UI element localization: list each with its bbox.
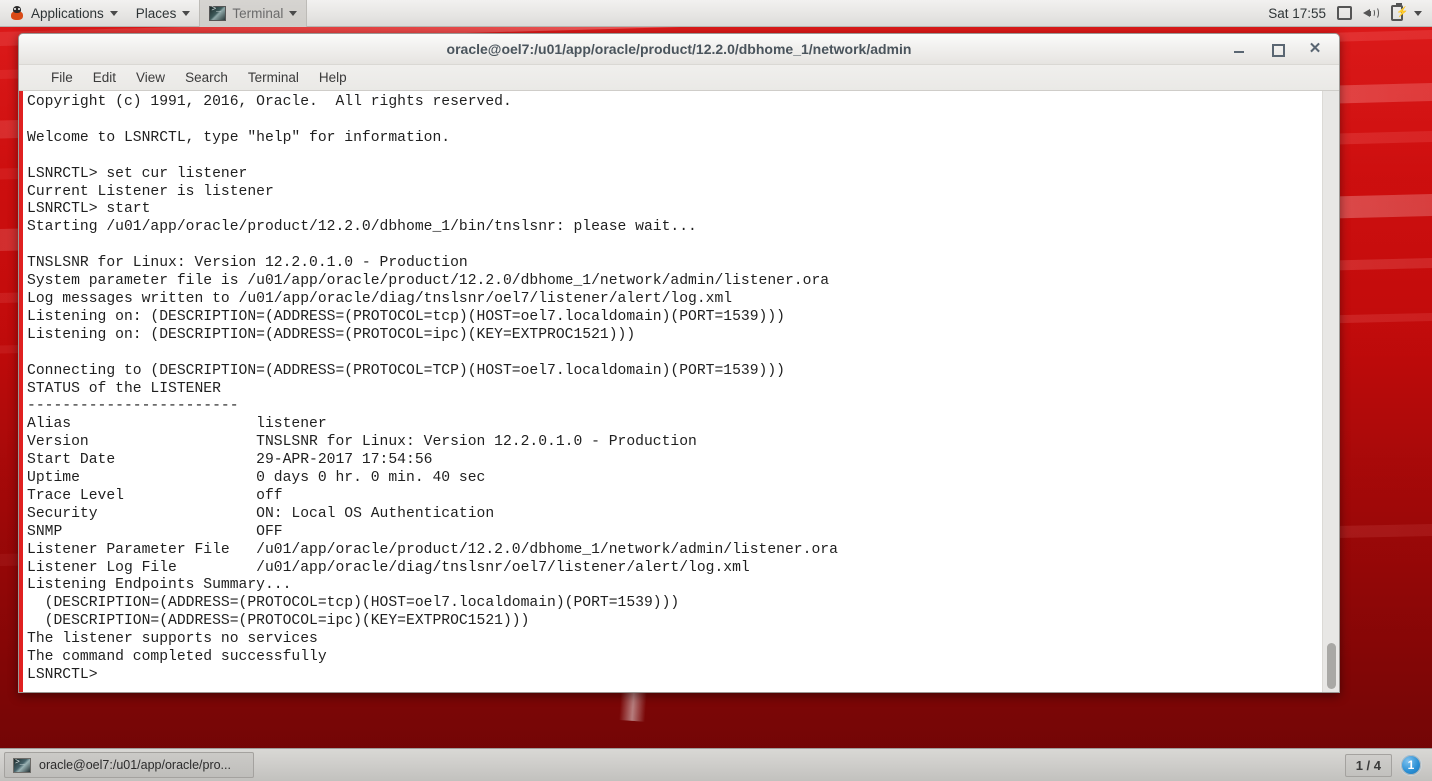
chevron-down-icon bbox=[289, 10, 298, 16]
chevron-down-icon[interactable] bbox=[1414, 10, 1422, 16]
applications-label: Applications bbox=[31, 5, 104, 21]
taskbar-status-area: 1 / 4 1 bbox=[1344, 753, 1428, 777]
notification-badge[interactable]: 1 bbox=[1400, 754, 1422, 776]
window-title: oracle@oel7:/u01/app/oracle/product/12.2… bbox=[446, 41, 912, 57]
menu-edit[interactable]: Edit bbox=[83, 67, 126, 88]
workspace-switcher[interactable]: 1 / 4 bbox=[1344, 753, 1392, 777]
menubar: File Edit View Search Terminal Help bbox=[19, 65, 1339, 91]
top-panel: Applications Places Terminal Sat 17:55 ⚡ bbox=[0, 0, 1432, 27]
menu-search[interactable]: Search bbox=[175, 67, 238, 88]
menu-help[interactable]: Help bbox=[309, 67, 357, 88]
places-label: Places bbox=[135, 5, 177, 21]
scrollbar-thumb[interactable] bbox=[1327, 643, 1336, 689]
taskbar-window-label: oracle@oel7:/u01/app/oracle/pro... bbox=[39, 758, 231, 772]
chevron-down-icon bbox=[109, 10, 118, 16]
distro-icon bbox=[9, 5, 25, 21]
menu-view[interactable]: View bbox=[126, 67, 175, 88]
chevron-down-icon bbox=[182, 10, 191, 16]
terminal-output[interactable]: Copyright (c) 1991, 2016, Oracle. All ri… bbox=[23, 91, 1322, 692]
terminal-body: Copyright (c) 1991, 2016, Oracle. All ri… bbox=[19, 91, 1339, 692]
maximize-button[interactable] bbox=[1269, 41, 1285, 57]
terminal-icon bbox=[13, 757, 31, 773]
active-window-menu-terminal[interactable]: Terminal bbox=[199, 0, 308, 27]
menu-places[interactable]: Places bbox=[127, 0, 200, 27]
clock[interactable]: Sat 17:55 bbox=[1268, 6, 1326, 21]
display-icon[interactable] bbox=[1337, 6, 1352, 20]
speaker-icon[interactable] bbox=[1363, 6, 1380, 20]
window-controls: ✕ bbox=[1231, 41, 1339, 57]
menu-terminal[interactable]: Terminal bbox=[238, 67, 309, 88]
window-titlebar[interactable]: oracle@oel7:/u01/app/oracle/product/12.2… bbox=[19, 34, 1339, 65]
bottom-taskbar: oracle@oel7:/u01/app/oracle/pro... 1 / 4… bbox=[0, 748, 1432, 781]
battery-charging-icon[interactable]: ⚡ bbox=[1391, 3, 1408, 21]
active-window-label: Terminal bbox=[232, 5, 284, 21]
close-icon[interactable]: ✕ bbox=[1307, 41, 1323, 57]
taskbar-window-button[interactable]: oracle@oel7:/u01/app/oracle/pro... bbox=[4, 752, 254, 778]
terminal-window: oracle@oel7:/u01/app/oracle/product/12.2… bbox=[18, 33, 1340, 693]
terminal-icon bbox=[209, 5, 227, 21]
menu-applications[interactable]: Applications bbox=[0, 0, 127, 27]
minimize-button[interactable] bbox=[1231, 41, 1247, 57]
menu-file[interactable]: File bbox=[41, 67, 83, 88]
terminal-scrollbar[interactable] bbox=[1322, 91, 1339, 692]
top-panel-status-area: Sat 17:55 ⚡ bbox=[1268, 3, 1432, 21]
